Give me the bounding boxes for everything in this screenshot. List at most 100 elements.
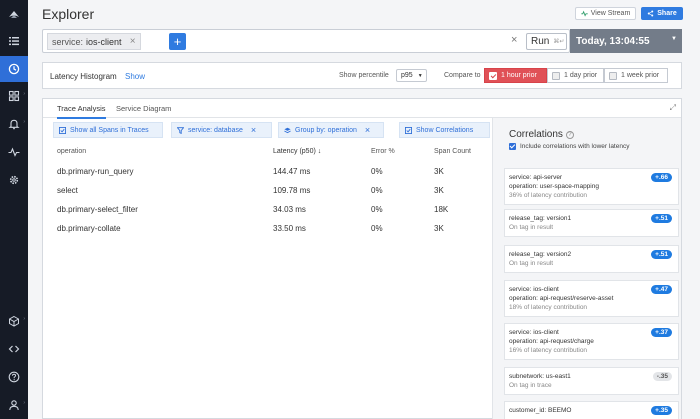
gear-icon[interactable] [0,167,28,193]
cell-operation: db.primary-collate [57,224,121,233]
tab-bar: Trace Analysis Service Diagram ⤢ [43,99,681,119]
checkbox-icon [609,71,617,80]
col-operation[interactable]: operation [57,148,86,155]
correlation-card[interactable]: release_tag: version2 On tag in result +… [504,245,679,273]
group-by-label: Group by: operation [295,126,357,134]
group-by-chip[interactable]: Group by: operation × [278,122,384,138]
share-button[interactable]: Share [641,7,683,20]
cell-count: 3K [434,224,444,233]
dashboard-icon[interactable]: › [0,83,28,109]
correlation-score-badge: +.35 [651,406,672,415]
table-row[interactable]: select 109.78 ms 0% 3K [43,182,492,200]
share-icon [648,10,654,17]
checkbox-icon [59,126,66,134]
correlation-card[interactable]: service: ios-client operation: api-reque… [504,280,679,317]
cell-latency: 109.78 ms [273,186,311,195]
histogram-title: Latency Histogram [50,72,117,81]
filter-icon [177,126,184,134]
cell-latency: 144.47 ms [273,167,311,176]
add-filter-button[interactable]: + [169,33,186,50]
histogram-show-link[interactable]: Show [125,72,145,81]
compare-1-hour[interactable]: 1 hour prior [484,68,547,83]
table-row[interactable]: db.primary-collate 33.50 ms 0% 3K [43,220,492,238]
tab-service-diagram[interactable]: Service Diagram [116,104,171,113]
cell-count: 18K [434,205,449,214]
correlation-card[interactable]: service: ios-client operation: api-reque… [504,323,679,360]
cell-operation: select [57,186,78,195]
card-line1: release_tag: version2 [509,251,572,258]
cell-error: 0% [371,186,383,195]
table-row[interactable]: db.primary-run_query 144.47 ms 0% 3K [43,163,492,181]
close-icon[interactable]: × [130,36,136,47]
card-line2: operation: user-space-mapping [509,183,599,190]
tab-trace-analysis[interactable]: Trace Analysis [57,104,106,119]
close-icon[interactable]: × [365,125,370,135]
correlation-card[interactable]: service: api-server operation: user-spac… [504,168,679,205]
card-sub: On tag in trace [509,382,552,389]
chevron-down-icon: ▼ [417,72,423,79]
cell-count: 3K [434,186,444,195]
latency-histogram-bar: Latency Histogram Show Show percentile p… [42,62,682,89]
time-label: Today, 13:04:55 [576,35,650,47]
correlation-score-badge: +.51 [651,250,672,259]
bell-icon[interactable]: › [0,111,28,137]
correlation-score-badge: +.47 [651,285,672,294]
run-shortcut: ⌘↵ [553,39,565,45]
cell-error: 0% [371,205,383,214]
checkbox-checked-icon [489,71,497,80]
cell-operation: db.primary-run_query [57,167,134,176]
layers-icon [284,127,291,133]
show-all-spans-button[interactable]: Show all Spans in Traces [53,122,163,138]
card-line1: subnetwork: us-east1 [509,373,571,380]
query-bar[interactable]: service: ios-client × + × Run ⌘↵ [42,29,570,53]
show-correlations-button[interactable]: Show Correlations [399,122,490,138]
col-latency[interactable]: Latency (p50) ↓ [273,148,321,155]
chip-value: ios-client [86,36,122,47]
percentile-select[interactable]: p95 ▼ [396,69,427,82]
compare-option-label: 1 week prior [621,72,660,79]
col-span-count[interactable]: Span Count [434,148,471,155]
correlations-title-text: Correlations [509,129,563,140]
logo-icon[interactable] [0,2,28,28]
correlation-card[interactable]: customer_id: BEEMO +.35 [504,401,679,419]
card-line2: operation: api-request/charge [509,338,594,345]
card-line2: operation: api-request/reserve-asset [509,295,614,302]
correlation-card[interactable]: subnetwork: us-east1 On tag in trace -.3… [504,367,679,395]
compare-1-week[interactable]: 1 week prior [604,68,668,83]
run-button[interactable]: Run ⌘↵ [526,33,567,50]
cube-icon[interactable]: › [0,308,28,334]
correlation-score-badge: -.35 [652,372,672,381]
page-title: Explorer [42,6,95,22]
user-icon[interactable]: › [0,392,28,418]
include-lower-latency-label: Include correlations with lower latency [520,143,630,150]
col-error[interactable]: Error % [371,148,395,155]
help-icon[interactable] [0,364,28,390]
correlation-card[interactable]: release_tag: version1 On tag in result +… [504,209,679,237]
query-chip[interactable]: service: ios-client × [47,33,141,50]
help-icon[interactable]: ? [565,130,574,139]
time-range-picker[interactable]: Today, 13:04:55 ▼ [570,29,682,53]
show-correlations-label: Show Correlations [416,126,474,134]
list-icon[interactable] [0,28,28,54]
view-stream-button[interactable]: View Stream [575,7,636,20]
correlation-score-badge: +.51 [651,214,672,223]
compare-1-day[interactable]: 1 day prior [547,68,604,83]
include-lower-latency-checkbox[interactable]: Include correlations with lower latency [509,143,629,150]
table-row[interactable]: db.primary-select_filter 34.03 ms 0% 18K [43,201,492,219]
view-stream-label: View Stream [590,10,631,17]
clock-icon[interactable] [0,56,28,82]
card-sub: On tag in result [509,224,554,231]
clear-icon[interactable]: × [511,34,517,46]
code-icon[interactable] [0,336,28,362]
chip-key: service: [52,36,84,47]
col-latency-label: Latency (p50) [273,148,316,155]
checkbox-checked-icon [509,143,516,150]
compare-option-label: 1 hour prior [501,72,537,79]
run-label: Run [531,36,550,47]
expand-icon[interactable]: ⤢ [670,103,676,113]
service-filter-chip[interactable]: service: database × [171,122,272,138]
pulse-icon[interactable] [0,139,28,165]
correlations-title: Correlations ? [509,129,574,140]
close-icon[interactable]: × [251,125,256,135]
correlation-score-badge: +.66 [651,173,672,182]
